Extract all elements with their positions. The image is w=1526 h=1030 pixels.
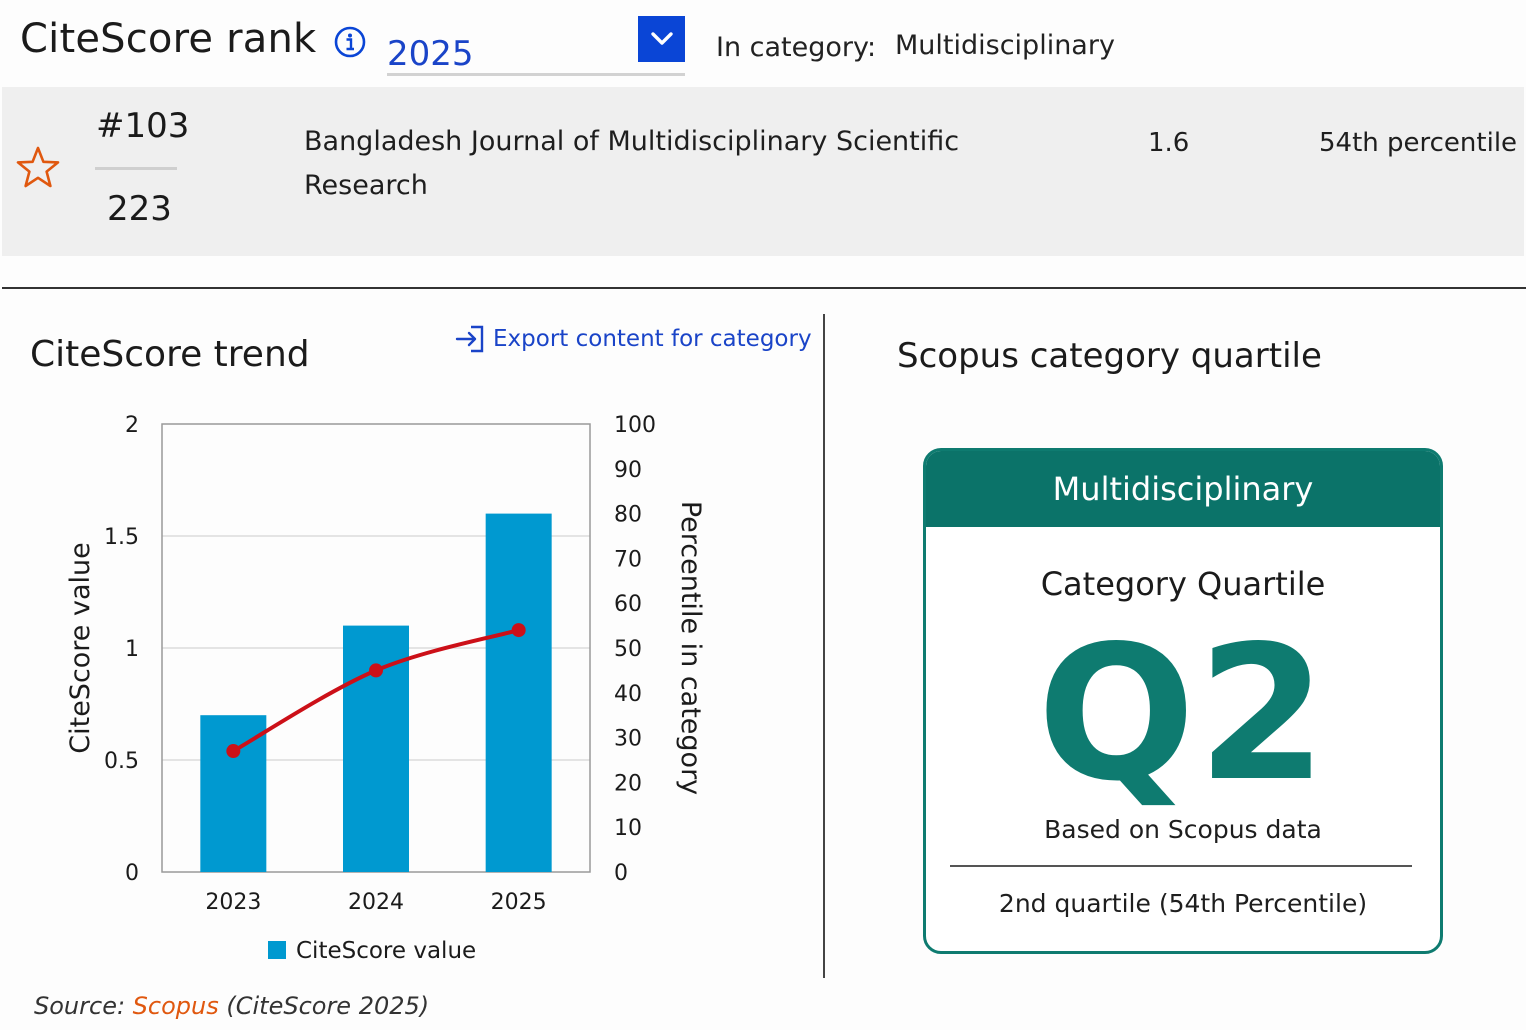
year-select-underline [387, 73, 685, 76]
section-divider [2, 287, 1526, 289]
category-quartile-label: Category Quartile [1040, 565, 1326, 603]
export-icon [455, 325, 484, 353]
y-axis-label: CiteScore value [65, 542, 96, 754]
source-link[interactable]: Scopus [133, 992, 219, 1020]
y2-axis-label: Percentile in category [675, 501, 706, 795]
card-divider [950, 865, 1412, 867]
chart-bars [200, 513, 552, 872]
quartile-category: Multidisciplinary [1052, 470, 1314, 508]
year-dropdown-button[interactable] [638, 16, 685, 62]
quartile-card-header: Multidisciplinary [926, 451, 1440, 527]
y-tick-label: 0.5 [104, 749, 139, 774]
bar-2025 [485, 513, 552, 872]
year-select-value: 2025 [387, 34, 474, 74]
journal-name: Bangladesh Journal of Multidisciplinary … [304, 126, 960, 201]
based-on-text: Based on Scopus data [1044, 815, 1322, 844]
year-select[interactable]: 2025 [387, 16, 685, 76]
y2-tick-label: 30 [614, 727, 642, 752]
source-line: Source: Scopus (CiteScore 2025) [34, 992, 429, 1020]
quartile-value: Q2 [1037, 605, 1329, 822]
percentile-point-2024 [369, 663, 383, 678]
info-icon[interactable] [334, 26, 366, 58]
row-percentile: 54th percentile [1319, 128, 1518, 158]
y2-tick-label: 70 [614, 547, 642, 572]
x-tick-label: 2024 [348, 890, 404, 915]
export-content-link[interactable]: Export content for category [455, 324, 812, 354]
y2-tick-label: 90 [614, 458, 642, 483]
citescore-trend-chart: 00.511.52 0102030405060708090100 2023 202… [65, 413, 706, 964]
quartile-title: Scopus category quartile [897, 336, 1322, 376]
row-citescore: 1.6 [1148, 128, 1190, 158]
y2-tick-label: 80 [614, 503, 642, 528]
legend-label: CiteScore value [296, 938, 476, 964]
y2-tick-label: 20 [614, 771, 642, 796]
percentile-point-2023 [226, 744, 241, 759]
rank-divider [95, 167, 177, 170]
x-axis-ticks: 2023 2024 2025 [205, 890, 546, 915]
legend-swatch [268, 941, 286, 959]
chevron-down-icon [650, 32, 673, 45]
rank-total: 223 [107, 189, 172, 229]
y-tick-label: 1.5 [104, 525, 139, 550]
y2-tick-label: 100 [614, 413, 656, 438]
citescore-trend-title: CiteScore trend [30, 334, 310, 375]
export-content-label: Export content for category [493, 326, 812, 352]
y-tick-label: 0 [125, 861, 139, 886]
x-tick-label: 2023 [205, 890, 261, 915]
source-prefix: Source: [34, 992, 133, 1020]
citescore-rank-title: CiteScore rank [20, 16, 317, 62]
y2-tick-label: 0 [614, 861, 628, 886]
column-divider [823, 314, 825, 978]
y2-tick-label: 50 [614, 637, 642, 662]
y2-axis-ticks: 0 10 20 30 40 50 60 70 80 90 100 [614, 413, 656, 886]
y-tick-label: 2 [125, 413, 139, 438]
y-axis-ticks: 0 0.5 1 1.5 2 [104, 413, 139, 886]
quartile-description: 2nd quartile (54th Percentile) [998, 889, 1368, 918]
source-suffix: (CiteScore 2025) [218, 992, 430, 1020]
y2-tick-label: 10 [614, 816, 642, 841]
percentile-point-2025 [511, 623, 526, 638]
quartile-card: Multidisciplinary Category Quartile Q2 B… [923, 448, 1443, 954]
y2-tick-label: 40 [614, 682, 642, 707]
x-tick-label: 2025 [491, 890, 547, 915]
category-label: In category: [716, 32, 877, 63]
star-icon [14, 144, 62, 192]
rank-number: #103 [96, 106, 190, 146]
y2-tick-label: 60 [614, 592, 642, 617]
category-value: Multidisciplinary [895, 30, 1115, 61]
y-tick-label: 1 [125, 637, 139, 662]
